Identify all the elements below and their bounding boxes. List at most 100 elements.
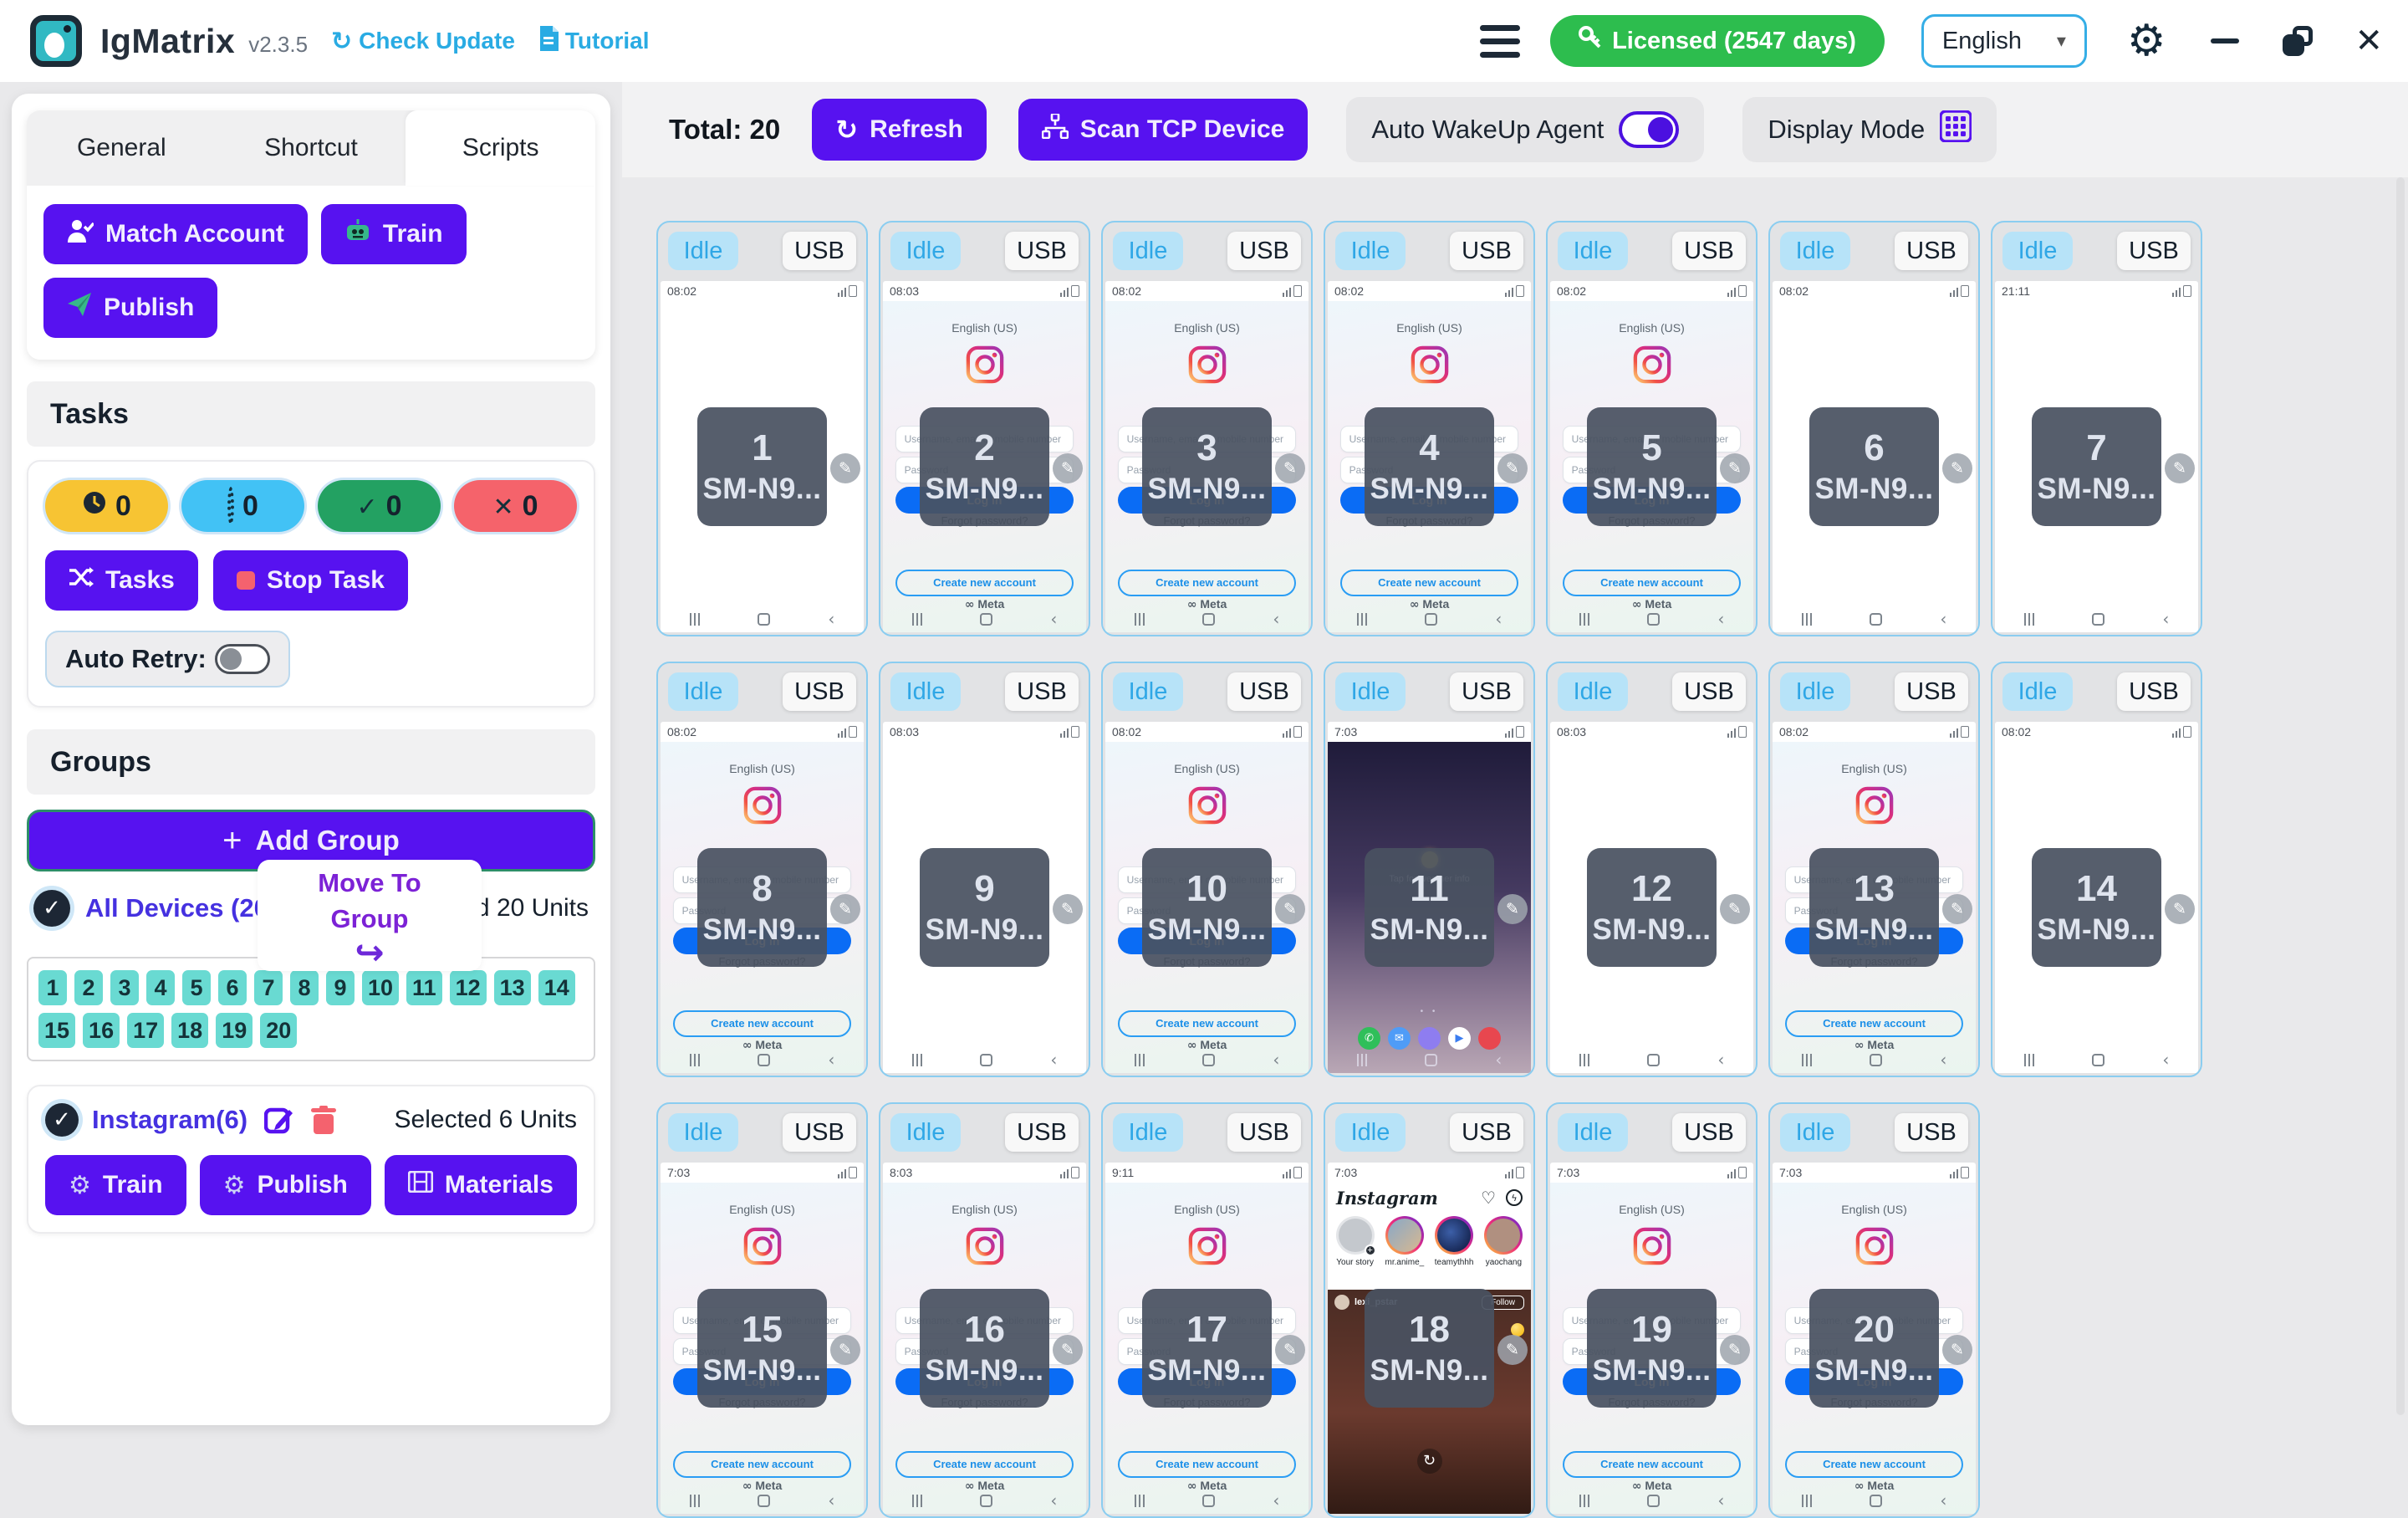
- recents-icon[interactable]: [1579, 613, 1590, 626]
- unit-chip-4[interactable]: 4: [146, 970, 175, 1005]
- recents-icon[interactable]: [2024, 1054, 2035, 1066]
- device-card-11[interactable]: Idle USB 7:03 Tap for weather info• •✆✉▶…: [1324, 662, 1535, 1077]
- device-card-17[interactable]: Idle USB 9:11 English (US)Username, emai…: [1101, 1102, 1313, 1518]
- device-card-12[interactable]: Idle USB 08:03 ‹ 12 SM-N9... ✎: [1546, 662, 1758, 1077]
- app-icon[interactable]: ✉: [1388, 1027, 1411, 1050]
- refresh-button[interactable]: ↻ Refresh: [812, 99, 987, 161]
- create-account-button[interactable]: Create new account: [1340, 570, 1519, 596]
- edit-device-icon[interactable]: ✎: [2165, 453, 2195, 483]
- home-icon[interactable]: [758, 1054, 770, 1066]
- device-card-1[interactable]: Idle USB 08:02 ‹ 1 SM-N9... ✎: [656, 221, 868, 636]
- create-account-button[interactable]: Create new account: [895, 570, 1074, 596]
- task-counter-cross[interactable]: ✕0: [454, 480, 577, 532]
- create-account-button[interactable]: Create new account: [1118, 570, 1297, 596]
- unit-chip-1[interactable]: 1: [38, 970, 67, 1005]
- group-publish-button[interactable]: ⚙Publish: [200, 1155, 371, 1215]
- device-card-18[interactable]: Idle USB 7:03 Instagram♡ϟ+Your storymr.a…: [1324, 1102, 1535, 1518]
- unit-chip-2[interactable]: 2: [74, 970, 103, 1005]
- recents-icon[interactable]: [1357, 1054, 1368, 1066]
- app-icon[interactable]: [1478, 1027, 1501, 1050]
- phone-screen[interactable]: 7:03 English (US)Username, email or mobi…: [661, 1163, 864, 1514]
- home-icon[interactable]: [2092, 613, 2104, 626]
- create-account-button[interactable]: Create new account: [673, 1451, 852, 1478]
- unit-chip-17[interactable]: 17: [127, 1013, 164, 1048]
- auto-retry-toggle[interactable]: [215, 644, 270, 674]
- back-icon[interactable]: ‹: [1940, 1492, 1946, 1509]
- tab-shortcut[interactable]: Shortcut: [217, 110, 406, 186]
- edit-device-icon[interactable]: ✎: [1942, 453, 1972, 483]
- recents-icon[interactable]: [1802, 1495, 1813, 1507]
- scan-tcp-device-button[interactable]: Scan TCP Device: [1018, 99, 1309, 161]
- edit-device-icon[interactable]: ✎: [830, 894, 860, 924]
- app-icon[interactable]: [1418, 1027, 1441, 1050]
- reload-icon[interactable]: ↻: [1417, 1449, 1442, 1474]
- back-icon[interactable]: ‹: [828, 1492, 834, 1509]
- check-update-link[interactable]: ↻ Check Update: [331, 27, 515, 56]
- group-materials-button[interactable]: Materials: [385, 1155, 577, 1215]
- home-icon[interactable]: [1202, 613, 1215, 626]
- phone-screen[interactable]: 08:03 ‹ 9 SM-N9... ✎: [883, 722, 1086, 1073]
- home-icon[interactable]: [980, 613, 992, 626]
- unit-chip-15[interactable]: 15: [38, 1013, 75, 1048]
- recents-icon[interactable]: [1802, 613, 1813, 626]
- menu-icon[interactable]: [1480, 25, 1520, 58]
- back-icon[interactable]: ‹: [2162, 1051, 2169, 1068]
- home-icon[interactable]: [1870, 1495, 1882, 1507]
- unit-chip-9[interactable]: 9: [326, 970, 355, 1005]
- home-icon[interactable]: [1425, 1054, 1437, 1066]
- back-icon[interactable]: ‹: [1717, 611, 1724, 627]
- edit-device-icon[interactable]: ✎: [1275, 453, 1305, 483]
- story-item[interactable]: teamythhh: [1434, 1216, 1475, 1286]
- back-icon[interactable]: ‹: [828, 611, 834, 627]
- phone-screen[interactable]: 8:03 English (US)Username, email or mobi…: [883, 1163, 1086, 1514]
- back-icon[interactable]: ‹: [1717, 1051, 1724, 1068]
- recents-icon[interactable]: [1135, 1495, 1145, 1507]
- device-card-15[interactable]: Idle USB 7:03 English (US)Username, emai…: [656, 1102, 868, 1518]
- unit-chip-7[interactable]: 7: [254, 970, 283, 1005]
- phone-screen[interactable]: 08:03 ‹ 12 SM-N9... ✎: [1550, 722, 1753, 1073]
- create-account-button[interactable]: Create new account: [1118, 1010, 1297, 1037]
- scrollbar[interactable]: [2396, 177, 2405, 1415]
- unit-chip-5[interactable]: 5: [182, 970, 211, 1005]
- edit-device-icon[interactable]: ✎: [1497, 453, 1528, 483]
- edit-device-icon[interactable]: ✎: [1497, 1335, 1528, 1365]
- recents-icon[interactable]: [1135, 1054, 1145, 1066]
- app-icon[interactable]: ✆: [1358, 1027, 1380, 1050]
- create-account-button[interactable]: Create new account: [1785, 1451, 1964, 1478]
- device-card-5[interactable]: Idle USB 08:02 English (US)Username, ema…: [1546, 221, 1758, 636]
- back-icon[interactable]: ‹: [1050, 1492, 1057, 1509]
- home-icon[interactable]: [980, 1495, 992, 1507]
- home-icon[interactable]: [980, 1054, 992, 1066]
- edit-device-icon[interactable]: ✎: [830, 453, 860, 483]
- tab-general[interactable]: General: [27, 110, 217, 186]
- edit-device-icon[interactable]: ✎: [1053, 894, 1083, 924]
- back-icon[interactable]: ‹: [1940, 1051, 1946, 1068]
- display-mode-control[interactable]: Display Mode: [1742, 97, 1997, 162]
- create-account-button[interactable]: Create new account: [1563, 1451, 1742, 1478]
- unit-chip-11[interactable]: 11: [406, 970, 442, 1005]
- edit-device-icon[interactable]: ✎: [1275, 894, 1305, 924]
- back-icon[interactable]: ‹: [1050, 611, 1057, 627]
- recents-icon[interactable]: [1135, 613, 1145, 626]
- back-icon[interactable]: ‹: [1495, 611, 1502, 627]
- recents-icon[interactable]: [1357, 613, 1368, 626]
- device-card-6[interactable]: Idle USB 08:02 ‹ 6 SM-N9... ✎: [1768, 221, 1980, 636]
- phone-screen[interactable]: 08:02 English (US)Username, email or mob…: [1773, 722, 1976, 1073]
- device-card-10[interactable]: Idle USB 08:02 English (US)Username, ema…: [1101, 662, 1313, 1077]
- device-card-19[interactable]: Idle USB 7:03 English (US)Username, emai…: [1546, 1102, 1758, 1518]
- story-item[interactable]: +Your story: [1334, 1216, 1375, 1286]
- device-card-13[interactable]: Idle USB 08:02 English (US)Username, ema…: [1768, 662, 1980, 1077]
- instagram-group-label[interactable]: Instagram(6): [92, 1105, 247, 1135]
- create-account-button[interactable]: Create new account: [673, 1010, 852, 1037]
- recents-icon[interactable]: [690, 1054, 701, 1066]
- edit-device-icon[interactable]: ✎: [830, 1335, 860, 1365]
- move-to-group-button[interactable]: Move To Group ↪: [258, 860, 482, 971]
- recents-icon[interactable]: [912, 1054, 923, 1066]
- unit-chip-18[interactable]: 18: [171, 1013, 208, 1048]
- auto-wakeup-toggle[interactable]: [1619, 111, 1679, 148]
- task-counter-clock[interactable]: 0: [45, 480, 168, 532]
- recents-icon[interactable]: [912, 613, 923, 626]
- phone-screen[interactable]: 21:11 ‹ 7 SM-N9... ✎: [1995, 281, 2198, 632]
- edit-device-icon[interactable]: ✎: [1053, 453, 1083, 483]
- edit-device-icon[interactable]: ✎: [1942, 1335, 1972, 1365]
